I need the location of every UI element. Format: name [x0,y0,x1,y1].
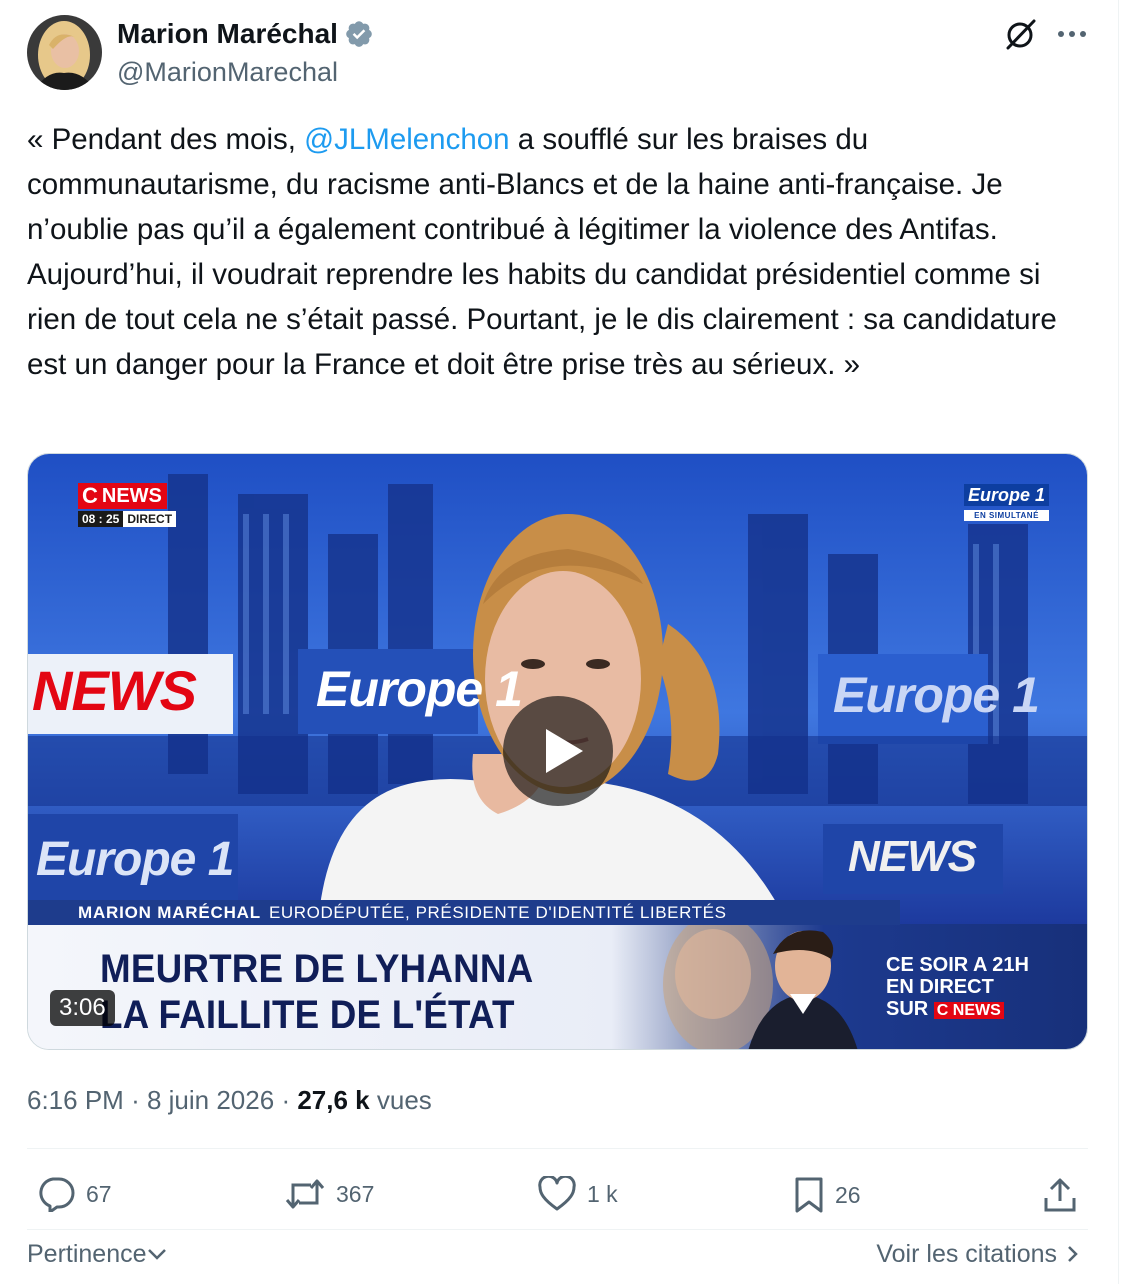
reply-button[interactable]: 67 [36,1176,112,1212]
bg-sign-cnews-left: NEWS [32,659,197,722]
tweet-text: « Pendant des mois, @JLMelenchon a souff… [27,117,1097,387]
heart-icon [538,1176,576,1211]
promo-line-3: SUR [886,998,929,1020]
lower-third-title: EURODÉPUTÉE, PRÉSIDENTE D'IDENTITÉ LIBER… [268,903,727,922]
divider [27,1148,1088,1149]
more-dots-icon[interactable] [1055,19,1089,49]
headline-line-2: LA FAILLITE DE L'ÉTAT [100,993,515,1037]
like-button[interactable]: 1 k [537,1176,618,1212]
video-duration: 3:06 [50,990,115,1026]
chevron-down-icon [147,1249,166,1260]
repost-button[interactable]: 367 [284,1176,374,1212]
broadcast-promo: CE SOIR A 21H EN DIRECT SUR C NEWS [886,954,1029,1022]
video-player[interactable]: NEWS Europe 1 Europe 1 Europe 1 NEWS C N… [27,453,1088,1050]
cnews-logo-c: C [78,483,102,509]
lower-third-name: MARION MARÉCHAL [78,903,261,922]
promo-cnews-badge: C NEWS [933,1002,1004,1019]
bg-sign-europe-left: Europe 1 [36,833,234,886]
view-quotes-label: Voir les citations [876,1240,1057,1268]
bookmark-count: 26 [835,1182,861,1208]
europe1-logo: Europe 1 EN SIMULTANÉ [964,484,1050,521]
bg-sign-cnews-right: NEWS [848,832,977,881]
author-handle[interactable]: @MarionMarechal [117,55,338,89]
chevron-right-icon [1068,1246,1078,1262]
like-count: 1 k [587,1181,618,1207]
simulcast-label: EN SIMULTANÉ [964,510,1050,521]
grok-icon[interactable] [1003,16,1039,52]
author-name-row: Marion Maréchal [117,17,374,51]
cnews-logo-news: NEWS [101,483,167,509]
tweet-date[interactable]: 8 juin 2026 [147,1085,274,1115]
share-icon [1044,1178,1076,1212]
broadcast-headline: MEURTRE DE LYHANNA LA FAILLITE DE L'ÉTAT [100,946,533,1038]
right-border [1118,0,1119,1284]
broadcast-clock: 08 : 25 [78,511,124,527]
meta-separator: · [281,1085,291,1115]
headline-line-1: MEURTRE DE LYHANNA [100,947,534,991]
verified-badge-icon[interactable] [344,19,374,49]
sort-dropdown[interactable]: Pertinence [27,1238,167,1270]
tweet-meta: 6:16 PM · 8 juin 2026 · 27,6 k vues [27,1083,432,1117]
repost-count: 367 [336,1181,375,1207]
view-quotes-link[interactable]: Voir les citations [876,1238,1083,1270]
tweet-text-after: a soufflé sur les braises du communautar… [27,123,1057,381]
live-badge: DIRECT [123,511,177,527]
views-label: vues [376,1085,432,1115]
reply-count: 67 [86,1181,112,1207]
bookmark-icon [795,1177,823,1213]
meta-separator: · [131,1085,140,1115]
views-count: 27,6 k [297,1085,370,1115]
play-icon[interactable] [503,696,613,806]
author-display-name[interactable]: Marion Maréchal [117,17,338,51]
promo-line-1: CE SOIR A 21H [886,954,1029,976]
sort-label: Pertinence [27,1240,147,1268]
tweet-time[interactable]: 6:16 PM [27,1085,124,1115]
bookmark-button[interactable]: 26 [793,1176,861,1214]
tweet-text-before: « Pendant des mois, [27,123,305,156]
divider [27,1229,1088,1230]
share-button[interactable] [1042,1176,1078,1214]
promo-line-2: EN DIRECT [886,976,994,998]
reply-icon [39,1177,75,1212]
lower-third-name-bar: MARION MARÉCHAL EURODÉPUTÉE, PRÉSIDENTE D… [28,900,900,925]
cnews-logo: C NEWS 08 : 25 DIRECT [78,483,177,527]
bg-sign-europe-right: Europe 1 [833,667,1040,723]
europe1-logo-text: Europe 1 [964,484,1050,506]
avatar[interactable] [27,15,102,90]
mention-link[interactable]: @JLMelenchon [304,123,509,156]
repost-icon [285,1179,325,1209]
bg-sign-europe-center: Europe 1 [316,661,523,717]
